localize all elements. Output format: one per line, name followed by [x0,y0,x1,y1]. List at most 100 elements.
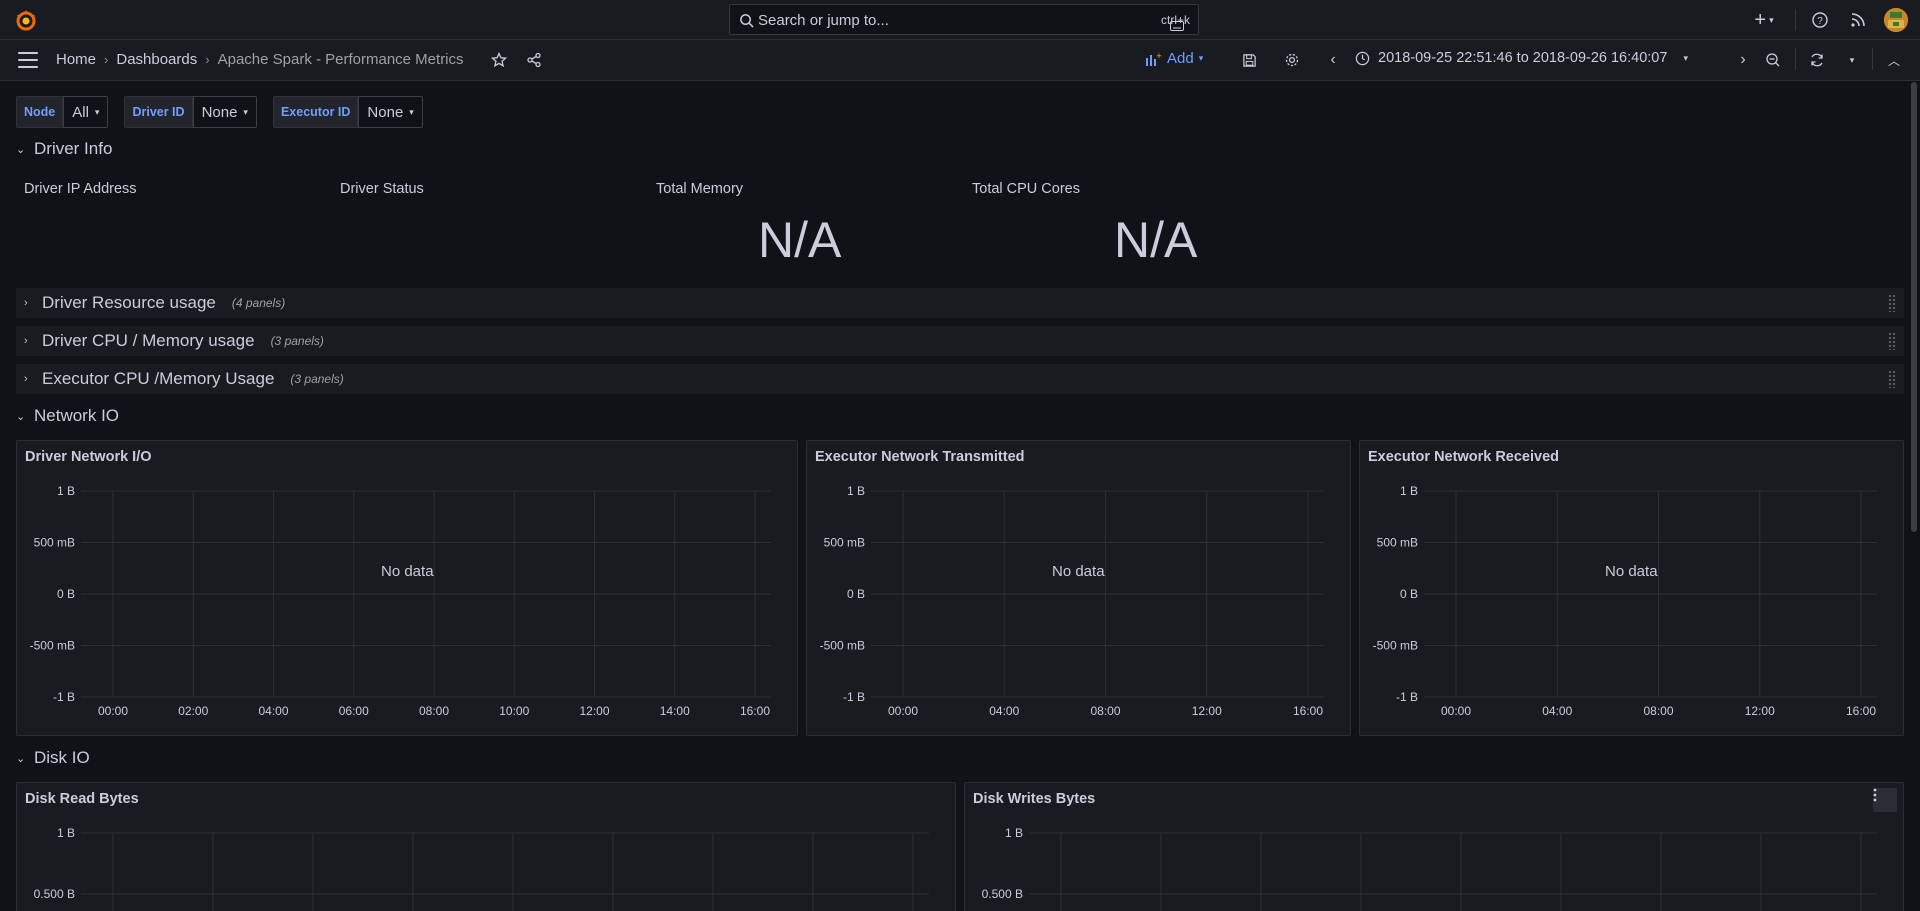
chevron-right-icon: › [205,52,210,67]
stat-title-driver-ip: Driver IP Address [24,181,137,197]
add-button[interactable]: + Add ▾ [1146,50,1203,67]
y-tick-label: 500 mB [34,536,75,550]
x-tick-label: 00:00 [888,704,918,718]
chevron-down-icon: ⌄ [16,143,26,156]
x-tick-label: 16:00 [1293,704,1323,718]
breadcrumb-home[interactable]: Home [56,51,96,68]
chevron-down-icon: ▾ [409,106,414,117]
x-tick-label: 14:00 [660,704,690,718]
search-input[interactable]: Search or jump to... ctrl+k [729,4,1199,35]
variables-bar: Node All ▾ Driver ID None ▾ Executor ID No… [16,96,439,128]
gear-icon[interactable] [1282,50,1302,70]
y-tick-label: -500 mB [1373,639,1418,653]
panel-driver-network-io[interactable]: 1 B 500 mB 0 B -500 mB -1 B 00:00 02:00 04:00 06… [16,440,798,736]
panel-title: Executor Network Received [1368,449,1559,465]
chart-plot-area: 1 B 500 mB 0 B -500 mB -1 B 00:00 04:00 08:00 12… [820,484,1324,718]
refresh-icon[interactable] [1807,50,1827,70]
variable-label-driver-id: Driver ID [124,96,193,128]
drag-handle-icon[interactable] [1888,294,1896,312]
variable-label-node: Node [16,96,64,128]
y-tick-label: 1 B [847,484,865,498]
x-tick-label: 08:00 [1643,704,1673,718]
breadcrumb-current: Apache Spark - Performance Metrics [217,51,464,68]
y-tick-label: -1 B [1396,690,1418,704]
y-tick-label: -500 mB [820,639,865,653]
chart-plot-area: 1 B 0.500 B [982,826,1877,911]
chevron-left-icon[interactable]: ‹ [1323,50,1343,70]
row-driver-cpu-memory-usage[interactable]: › Driver CPU / Memory usage (3 panels) [16,326,1904,356]
add-button-label: Add [1167,50,1194,67]
chevron-up-icon[interactable]: ︿ [1884,50,1904,70]
rss-icon[interactable] [1848,10,1868,30]
help-icon[interactable]: ? [1810,10,1830,30]
save-icon[interactable] [1239,50,1259,70]
panel-title: Driver Network I/O [25,449,152,465]
y-tick-label: -1 B [843,690,865,704]
stat-title-driver-status: Driver Status [340,181,424,197]
chart-plot-area: 1 B 500 mB 0 B -500 mB -1 B 00:00 02:00 04:00 06… [30,484,771,718]
chevron-right-icon: › [24,297,28,309]
drag-handle-icon[interactable] [1888,370,1896,388]
panel-title: Executor Network Transmitted [815,449,1025,465]
row-disk-io[interactable]: ⌄ Disk IO [16,748,1904,768]
drag-handle-icon[interactable] [1888,332,1896,350]
menu-icon[interactable] [18,52,38,68]
scrollbar[interactable] [1911,82,1917,532]
star-icon[interactable] [489,50,509,70]
x-tick-label: 04:00 [989,704,1019,718]
chevron-down-icon: ⌄ [16,410,26,423]
row-driver-info[interactable]: ⌄ Driver Info [16,139,1904,159]
y-tick-label: 1 B [1005,826,1023,840]
variable-select-driver-id[interactable]: None ▾ [192,96,257,128]
zoom-out-icon[interactable] [1763,50,1783,70]
row-driver-resource-usage[interactable]: › Driver Resource usage (4 panels) [16,288,1904,318]
panel-disk-read-bytes[interactable]: 1 B 0.500 B Disk Read Bytes [16,782,956,911]
variable-select-node[interactable]: All ▾ [63,96,109,128]
breadcrumb: Home › Dashboards › Apache Spark - Perfo… [56,51,464,68]
row-panel-count: (4 panels) [231,296,286,310]
y-tick-label: 0 B [1400,587,1418,601]
time-picker[interactable]: 2018-09-25 22:51:46 to 2018-09-26 16:40:… [1355,50,1688,66]
keyboard-icon [1169,21,1184,31]
row-panel-count: (3 panels) [290,372,344,386]
search-shortcut: ctrl+k [1161,13,1190,31]
y-tick-label: 0.500 B [34,887,75,901]
x-tick-label: 04:00 [258,704,288,718]
variable-value-node: All [72,103,89,121]
avatar[interactable] [1884,8,1908,32]
plus-icon: + [1754,8,1767,31]
share-icon[interactable] [524,50,544,70]
row-title: Network IO [34,406,120,425]
x-tick-label: 08:00 [419,704,449,718]
search-icon [740,14,754,28]
x-tick-label: 00:00 [1441,704,1471,718]
x-tick-label: 04:00 [1542,704,1572,718]
y-tick-label: 1 B [1400,484,1418,498]
breadcrumb-dashboards[interactable]: Dashboards [116,51,197,68]
row-title: Driver CPU / Memory usage [42,331,255,350]
stat-value-total-memory: N/A [758,212,842,268]
chevron-right-icon[interactable]: › [1733,50,1753,70]
grafana-logo[interactable] [14,9,38,33]
row-network-io[interactable]: ⌄ Network IO [16,406,1904,426]
variable-select-executor-id[interactable]: None ▾ [358,96,423,128]
new-button[interactable]: + ▾ [1750,8,1778,31]
chevron-right-icon: › [24,373,28,385]
y-tick-label: -500 mB [30,639,75,653]
panel-executor-network-received[interactable]: 1 B 500 mB 0 B -500 mB -1 B 00:00 04:00 08:00 12… [1359,440,1904,736]
chevron-down-icon[interactable]: ▾ [1842,50,1862,70]
row-executor-cpu-memory-usage[interactable]: › Executor CPU /Memory Usage (3 panels) [16,364,1904,394]
row-title: Disk IO [34,748,90,767]
panel-title: Disk Writes Bytes [973,791,1096,807]
search-placeholder: Search or jump to... [758,12,889,29]
x-tick-label: 16:00 [740,704,770,718]
panel-menu-button[interactable] [1873,788,1897,812]
row-title: Driver Resource usage [42,293,216,312]
panel-disk-writes-bytes[interactable]: 1 B 0.500 B Disk Writes Bytes [964,782,1904,911]
y-tick-label: -1 B [53,690,75,704]
panel-executor-network-transmitted[interactable]: 1 B 500 mB 0 B -500 mB -1 B 00:00 04:00 08:00 12… [806,440,1351,736]
panel-title: Disk Read Bytes [25,791,139,807]
chevron-down-icon: ▾ [1683,52,1688,63]
stat-title-total-memory: Total Memory [656,181,744,197]
x-tick-label: 10:00 [499,704,529,718]
